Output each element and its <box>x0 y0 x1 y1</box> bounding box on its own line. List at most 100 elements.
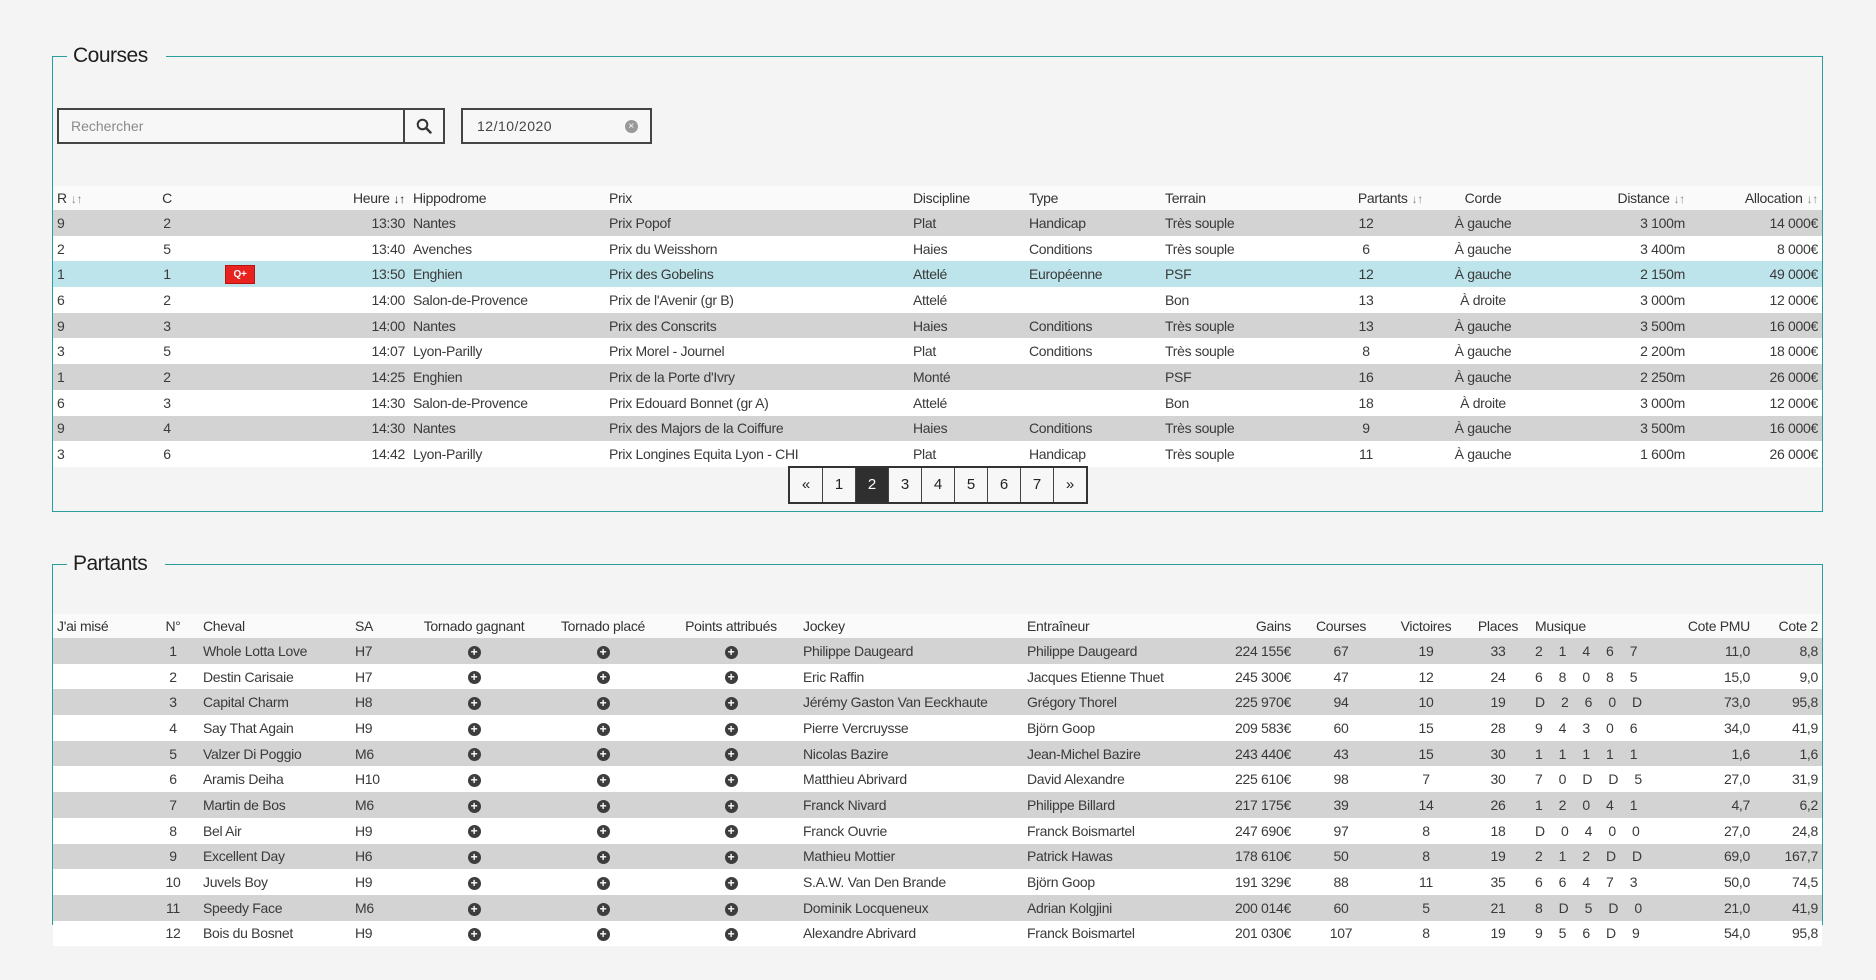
table-row[interactable]: 9 4 14:30 Nantes Prix des Majors de la Coiff… <box>53 415 1822 442</box>
plus-circle-icon[interactable]: + <box>724 876 738 890</box>
table-row[interactable]: 6 3 14:30 Salon-de-Provence Prix Edouard Bon… <box>53 389 1822 416</box>
plus-circle-icon[interactable]: + <box>724 697 738 711</box>
col-header-points[interactable]: Points attribués <box>663 614 799 638</box>
plus-circle-icon[interactable]: + <box>596 645 610 659</box>
col-header-cote-pmu[interactable]: Cote PMU <box>1657 614 1754 638</box>
col-header-allocation[interactable]: Allocation ↓↑ <box>1689 186 1822 210</box>
cell-jai-mise[interactable] <box>53 843 147 870</box>
plus-circle-icon[interactable]: + <box>596 902 610 916</box>
plus-circle-icon[interactable]: + <box>596 697 610 711</box>
plus-circle-icon[interactable]: + <box>467 722 481 736</box>
clear-icon[interactable]: × <box>625 120 638 133</box>
col-header-r[interactable]: R ↓↑ <box>53 186 129 210</box>
col-header-victoires[interactable]: Victoires <box>1387 614 1465 638</box>
plus-circle-icon[interactable]: + <box>596 825 610 839</box>
pagination-prev[interactable]: « <box>790 468 823 502</box>
search-button[interactable] <box>403 108 445 144</box>
cell-jai-mise[interactable] <box>53 920 147 947</box>
plus-circle-icon[interactable]: + <box>467 697 481 711</box>
col-header-heure[interactable]: Heure ↓↑ <box>275 186 409 210</box>
pagination-page[interactable]: 4 <box>922 468 955 502</box>
col-header-discipline[interactable]: Discipline <box>909 186 1025 210</box>
plus-circle-icon[interactable]: + <box>596 928 610 942</box>
col-header-distance[interactable]: Distance ↓↑ <box>1539 186 1689 210</box>
plus-circle-icon[interactable]: + <box>596 722 610 736</box>
col-header-entraineur[interactable]: Entraîneur <box>1023 614 1203 638</box>
plus-circle-icon[interactable]: + <box>724 774 738 788</box>
table-row: 7 Martin de Bos M6 + + + Franck Nivard Philippe… <box>53 792 1822 818</box>
plus-circle-icon[interactable]: + <box>724 928 738 942</box>
plus-circle-icon[interactable]: + <box>467 671 481 685</box>
pagination-page[interactable]: 3 <box>889 468 922 502</box>
plus-circle-icon[interactable]: + <box>724 825 738 839</box>
plus-circle-icon[interactable]: + <box>724 851 738 865</box>
col-header-numero[interactable]: N° <box>147 614 199 638</box>
cell-jai-mise[interactable] <box>53 869 147 895</box>
plus-circle-icon[interactable]: + <box>724 748 738 762</box>
plus-circle-icon[interactable]: + <box>467 799 481 813</box>
cell-jai-mise[interactable] <box>53 792 147 818</box>
col-header-jockey[interactable]: Jockey <box>799 614 1023 638</box>
table-row[interactable]: 6 2 14:00 Salon-de-Provence Prix de l'Avenir… <box>53 287 1822 313</box>
cell-jai-mise[interactable] <box>53 766 147 793</box>
col-header-tornado-place[interactable]: Tornado placé <box>543 614 663 638</box>
col-header-tornado-gagnant[interactable]: Tornado gagnant <box>405 614 543 638</box>
pagination-page[interactable]: 6 <box>988 468 1021 502</box>
cell-jai-mise[interactable] <box>53 715 147 741</box>
table-row[interactable]: 2 5 13:40 Avenches Prix du Weisshorn Haies Con… <box>53 235 1822 262</box>
plus-circle-icon[interactable]: + <box>724 671 738 685</box>
pagination-page[interactable]: 1 <box>823 468 856 502</box>
pagination-page[interactable]: 7 <box>1021 468 1054 502</box>
plus-circle-icon[interactable]: + <box>596 748 610 762</box>
cell-jai-mise[interactable] <box>53 638 147 664</box>
col-header-terrain[interactable]: Terrain <box>1161 186 1305 210</box>
col-header-musique[interactable]: Musique <box>1531 614 1657 638</box>
col-header-gains[interactable]: Gains <box>1203 614 1295 638</box>
col-header-c[interactable]: C <box>129 186 205 210</box>
plus-circle-icon[interactable]: + <box>596 851 610 865</box>
plus-circle-icon[interactable]: + <box>467 825 481 839</box>
cell-jai-mise[interactable] <box>53 663 147 690</box>
plus-circle-icon[interactable]: + <box>467 876 481 890</box>
table-row[interactable]: 3 6 14:42 Lyon-Parilly Prix Longines Equita … <box>53 441 1822 467</box>
cell-jai-mise[interactable] <box>53 817 147 844</box>
col-header-corde[interactable]: Corde <box>1427 186 1539 210</box>
table-row[interactable]: 1 2 14:25 Enghien Prix de la Porte d'Ivry Mon… <box>53 364 1822 390</box>
plus-circle-icon[interactable]: + <box>467 645 481 659</box>
table-row[interactable]: 3 5 14:07 Lyon-Parilly Prix Morel - Journel P… <box>53 338 1822 365</box>
plus-circle-icon[interactable]: + <box>467 774 481 788</box>
table-row[interactable]: 1 1 Q+ 13:50 Enghien Prix des Gobelins Attelé E… <box>53 261 1822 288</box>
col-header-hippodrome[interactable]: Hippodrome <box>409 186 605 210</box>
plus-circle-icon[interactable]: + <box>724 722 738 736</box>
plus-circle-icon[interactable]: + <box>467 902 481 916</box>
col-header-partants[interactable]: Partants ↓↑ <box>1305 186 1427 210</box>
plus-circle-icon[interactable]: + <box>467 748 481 762</box>
plus-circle-icon[interactable]: + <box>467 851 481 865</box>
cell-jai-mise[interactable] <box>53 689 147 716</box>
cell-jai-mise[interactable] <box>53 740 147 767</box>
plus-circle-icon[interactable]: + <box>724 799 738 813</box>
search-input[interactable] <box>59 110 399 142</box>
col-header-jai-mise[interactable]: J'ai misé <box>53 614 147 638</box>
date-field[interactable]: 12/10/2020 × <box>461 108 652 144</box>
col-header-type[interactable]: Type <box>1025 186 1161 210</box>
pagination-page[interactable]: 2 <box>856 468 889 502</box>
col-header-cheval[interactable]: Cheval <box>199 614 351 638</box>
plus-circle-icon[interactable]: + <box>724 645 738 659</box>
plus-circle-icon[interactable]: + <box>724 902 738 916</box>
plus-circle-icon[interactable]: + <box>596 876 610 890</box>
col-header-cote2[interactable]: Cote 2 <box>1754 614 1822 638</box>
col-header-prix[interactable]: Prix <box>605 186 909 210</box>
cell-jai-mise[interactable] <box>53 894 147 921</box>
pagination-page[interactable]: 5 <box>955 468 988 502</box>
plus-circle-icon[interactable]: + <box>596 774 610 788</box>
col-header-sa[interactable]: SA <box>351 614 405 638</box>
pagination-next[interactable]: » <box>1054 468 1086 502</box>
table-row[interactable]: 9 3 14:00 Nantes Prix des Conscrits Haies Cond… <box>53 312 1822 339</box>
table-row[interactable]: 9 2 13:30 Nantes Prix Popof Plat Handicap Très … <box>53 210 1822 236</box>
col-header-courses[interactable]: Courses <box>1295 614 1387 638</box>
plus-circle-icon[interactable]: + <box>467 928 481 942</box>
plus-circle-icon[interactable]: + <box>596 799 610 813</box>
col-header-places[interactable]: Places <box>1465 614 1531 638</box>
plus-circle-icon[interactable]: + <box>596 671 610 685</box>
